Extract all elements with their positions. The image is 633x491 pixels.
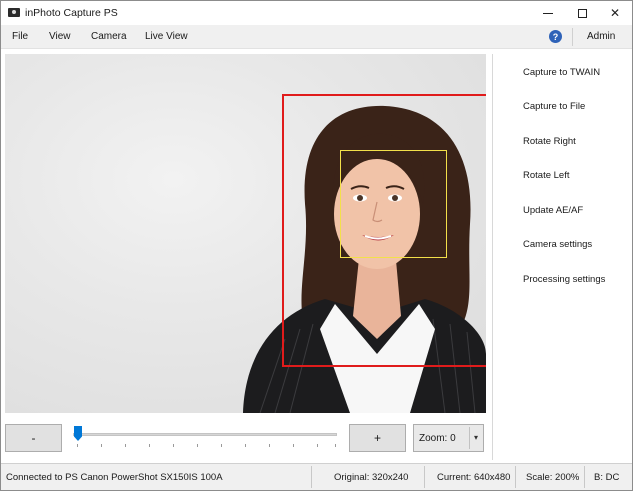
menu-file[interactable]: File: [12, 31, 28, 42]
slider-tick: [173, 444, 174, 447]
rotate-right-action[interactable]: Rotate Right: [523, 136, 576, 147]
minimize-icon: [543, 12, 553, 14]
app-window: inPhoto Capture PS ✕ File View Camera Li…: [0, 0, 633, 491]
slider-tick: [221, 444, 222, 447]
slider-tick: [293, 444, 294, 447]
zoom-slider-track: [73, 433, 337, 436]
zoom-dropdown[interactable]: Zoom: 0 ▾: [413, 424, 484, 452]
capture-to-twain-action[interactable]: Capture to TWAIN: [523, 67, 600, 78]
admin-menu[interactable]: Admin: [587, 31, 615, 42]
capture-to-file-action[interactable]: Capture to File: [523, 101, 585, 112]
slider-tick: [269, 444, 270, 447]
status-extra: B: DC: [594, 472, 620, 483]
minimize-button[interactable]: [531, 1, 565, 25]
original-resolution: Original: 320x240: [334, 472, 409, 483]
panel-divider: [492, 54, 493, 460]
status-separator: [311, 466, 312, 488]
processing-settings-action[interactable]: Processing settings: [523, 274, 605, 285]
current-resolution: Current: 640x480: [437, 472, 511, 483]
menu-camera[interactable]: Camera: [91, 31, 127, 42]
help-icon[interactable]: ?: [549, 30, 562, 43]
zoom-slider-thumb[interactable]: [74, 426, 82, 441]
dropdown-separator: [469, 427, 470, 449]
update-ae-af-action[interactable]: Update AE/AF: [523, 205, 583, 216]
status-separator: [515, 466, 516, 488]
slider-tick: [77, 444, 78, 447]
zoom-in-button[interactable]: +: [349, 424, 406, 452]
menu-separator: [572, 28, 573, 46]
menu-bar: File View Camera Live View ? Admin: [1, 25, 632, 49]
window-title: inPhoto Capture PS: [25, 7, 118, 19]
scale-value: Scale: 200%: [526, 472, 580, 483]
camera-settings-action[interactable]: Camera settings: [523, 239, 592, 250]
maximize-icon: [577, 8, 587, 18]
status-separator: [584, 466, 585, 488]
menu-view[interactable]: View: [49, 31, 71, 42]
close-button[interactable]: ✕: [598, 1, 632, 25]
face-detection-inner-frame: [340, 150, 447, 258]
slider-tick: [125, 444, 126, 447]
slider-tick: [197, 444, 198, 447]
slider-tick: [149, 444, 150, 447]
camera-preview[interactable]: [5, 54, 486, 413]
camera-app-icon: [8, 8, 20, 17]
close-icon: ✕: [609, 6, 621, 20]
slider-tick: [101, 444, 102, 447]
zoom-out-button[interactable]: -: [5, 424, 62, 452]
zoom-dropdown-value: Zoom: 0: [419, 433, 456, 444]
slider-tick: [317, 444, 318, 447]
rotate-left-action[interactable]: Rotate Left: [523, 170, 569, 181]
menu-live-view[interactable]: Live View: [145, 31, 188, 42]
slider-tick: [245, 444, 246, 447]
zoom-slider[interactable]: [73, 425, 339, 449]
status-bar: Connected to PS Canon PowerShot SX150IS …: [1, 463, 632, 490]
chevron-down-icon[interactable]: ▾: [474, 433, 478, 442]
slider-tick: [335, 444, 336, 447]
maximize-button[interactable]: [565, 1, 599, 25]
connection-status: Connected to PS Canon PowerShot SX150IS …: [6, 472, 223, 483]
status-separator: [424, 466, 425, 488]
title-bar: inPhoto Capture PS ✕: [1, 1, 632, 25]
